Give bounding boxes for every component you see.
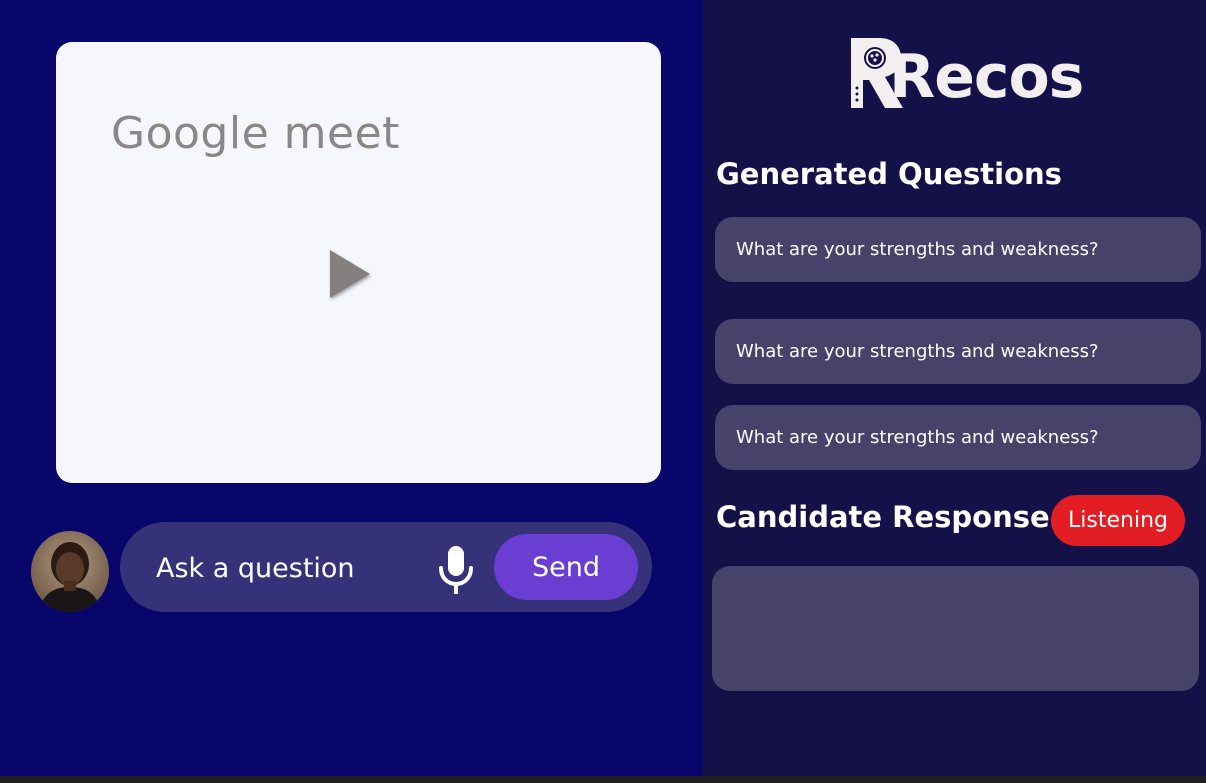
candidate-response-box xyxy=(712,566,1199,691)
play-icon[interactable] xyxy=(328,248,374,304)
brand-name: Recos xyxy=(889,42,1084,112)
listening-status-badge: Listening xyxy=(1051,495,1185,546)
ask-question-input[interactable] xyxy=(156,550,416,586)
recos-logo: Recos xyxy=(849,36,1084,116)
send-button[interactable]: Send xyxy=(494,534,638,600)
candidate-response-title: Candidate Response xyxy=(716,500,1050,534)
video-player[interactable]: Google meet xyxy=(56,42,661,483)
question-card[interactable]: What are your strengths and weakness? xyxy=(715,405,1201,470)
video-title: Google meet xyxy=(111,108,400,159)
ask-question-bar: Send xyxy=(120,522,652,612)
microphone-icon[interactable] xyxy=(438,546,474,594)
bottom-border xyxy=(0,776,1206,783)
question-card[interactable]: What are your strengths and weakness? xyxy=(715,217,1201,282)
generated-questions-title: Generated Questions xyxy=(716,157,1062,191)
question-card[interactable]: What are your strengths and weakness? xyxy=(715,319,1201,384)
meeting-pane: Google meet Ask a question Send xyxy=(0,0,703,776)
user-avatar[interactable] xyxy=(31,531,109,612)
